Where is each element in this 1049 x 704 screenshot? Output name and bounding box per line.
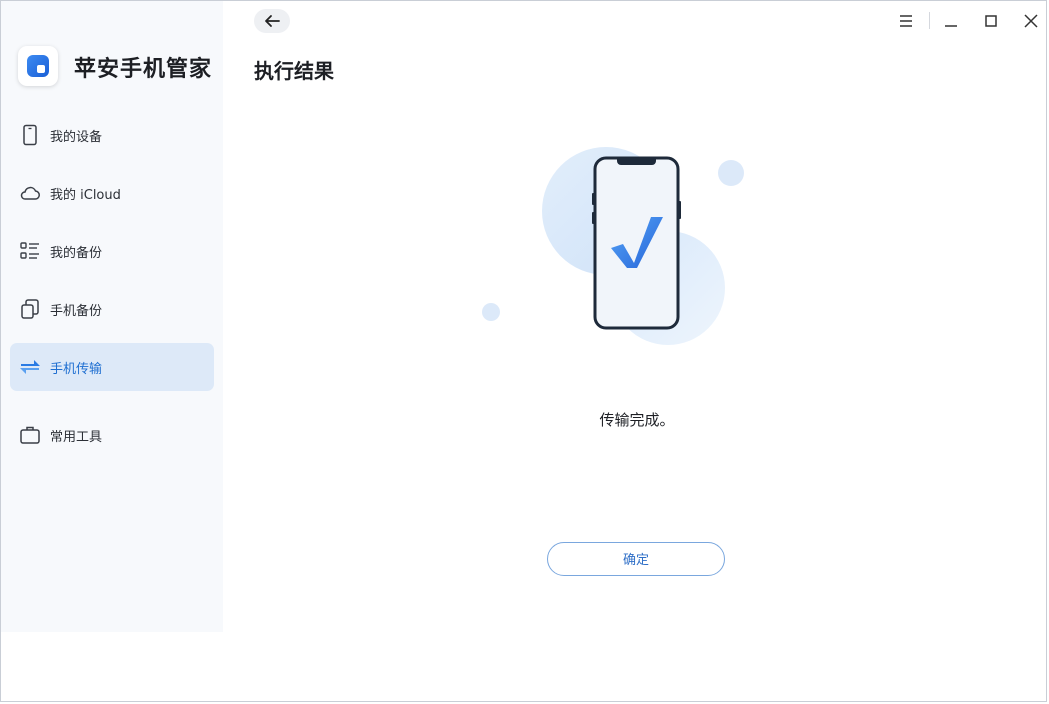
transfer-icon: [20, 360, 40, 374]
sidebar-item-my-backup[interactable]: 我的备份: [10, 227, 214, 275]
app-logo: [18, 46, 58, 86]
sidebar-item-my-device[interactable]: 我的设备: [10, 111, 214, 159]
back-button[interactable]: [254, 9, 290, 33]
app-window: 苹安手机管家 我的设备 我的 iCloud 我的备份 手机备份 手机传输 常用工…: [0, 0, 1047, 702]
phone-icon: [23, 124, 37, 146]
maximize-icon[interactable]: [981, 11, 1001, 31]
app-title: 苹安手机管家: [74, 57, 213, 82]
window-controls-divider: [929, 12, 930, 29]
sidebar-item-phone-backup[interactable]: 手机备份: [10, 285, 214, 333]
close-icon[interactable]: [1021, 11, 1041, 31]
list-icon: [20, 242, 39, 259]
sidebar-item-phone-transfer[interactable]: 手机传输: [10, 343, 214, 391]
sidebar: 苹安手机管家 我的设备 我的 iCloud 我的备份 手机备份 手机传输 常用工…: [1, 1, 223, 632]
arrow-left-icon: [265, 15, 280, 27]
copy-icon: [21, 299, 39, 319]
cloud-icon: [20, 186, 40, 200]
minimize-icon[interactable]: [941, 11, 961, 31]
sidebar-item-label: 我的备份: [50, 246, 103, 261]
result-message: 传输完成。: [599, 411, 675, 429]
sidebar-item-label: 我的 iCloud: [50, 188, 121, 203]
sidebar-item-my-icloud[interactable]: 我的 iCloud: [10, 169, 214, 217]
sidebar-item-label: 我的设备: [50, 130, 103, 145]
transfer-success-illustration: [482, 147, 744, 345]
confirm-button[interactable]: 确定: [547, 542, 725, 576]
sidebar-item-label: 手机备份: [50, 304, 103, 319]
page-title: 执行结果: [254, 59, 334, 83]
sidebar-item-label: 手机传输: [50, 362, 103, 377]
menu-icon[interactable]: [896, 11, 916, 31]
